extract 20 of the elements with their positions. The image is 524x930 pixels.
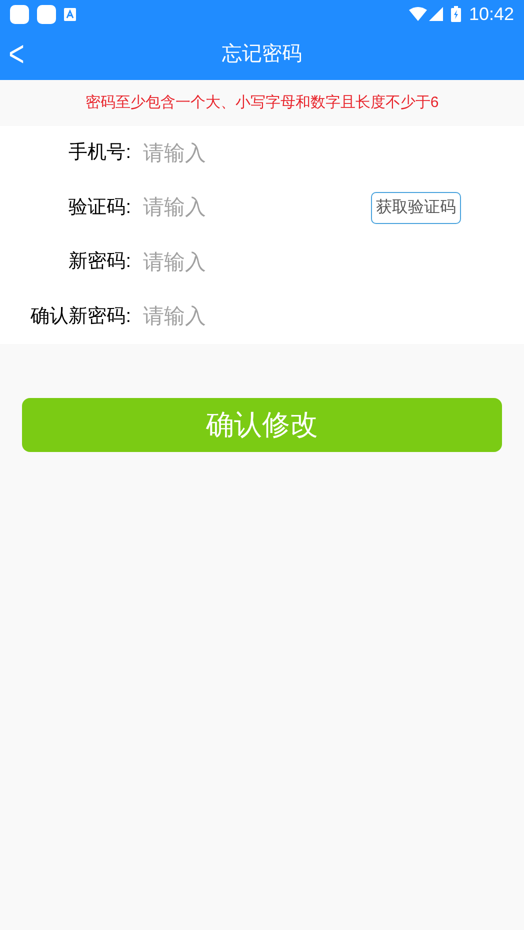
password-hint: 密码至少包含一个大、小写字母和数字且长度不少于6 bbox=[85, 92, 439, 113]
input-field[interactable]: 请输入 bbox=[143, 192, 343, 224]
clock: 10:42 bbox=[468, 2, 514, 26]
input-field[interactable]: 请输入 bbox=[143, 138, 343, 169]
back-button[interactable]: < bbox=[7, 36, 26, 72]
field-label: 确认新密码: bbox=[30, 304, 132, 328]
field-label: 手机号: bbox=[68, 141, 132, 165]
wifi-icon bbox=[408, 7, 427, 21]
field-label: 验证码: bbox=[68, 196, 132, 220]
notification-icon bbox=[10, 4, 29, 24]
input-field[interactable]: 请输入 bbox=[143, 301, 343, 332]
app-icon bbox=[64, 8, 76, 20]
input-field[interactable]: 请输入 bbox=[143, 246, 343, 278]
signal-icon bbox=[428, 7, 443, 21]
field-label: 新密码: bbox=[68, 250, 132, 274]
notification-icon bbox=[37, 4, 56, 24]
page-title: 忘记密码 bbox=[222, 42, 302, 67]
get-code-button[interactable]: 获取验证码 bbox=[371, 192, 461, 224]
confirm-button[interactable]: 确认修改 bbox=[22, 398, 502, 452]
battery-icon bbox=[450, 6, 461, 22]
